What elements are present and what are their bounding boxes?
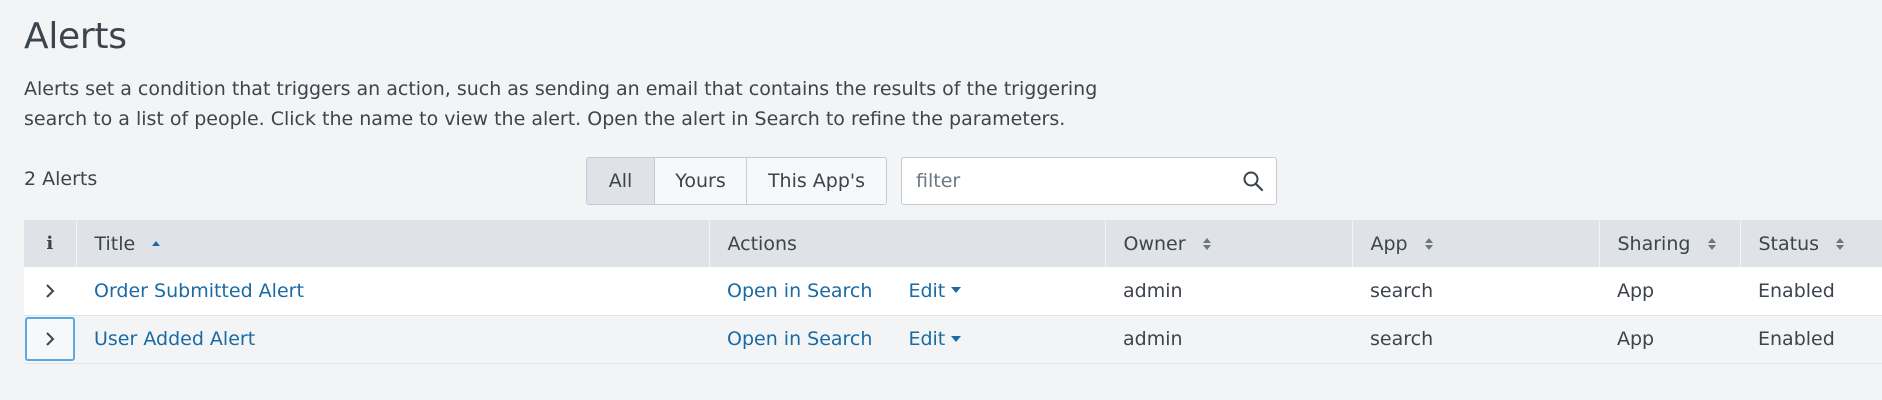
owner-column-label: Owner	[1123, 232, 1186, 255]
filter-search-box	[901, 157, 1277, 205]
sort-icon	[1707, 238, 1716, 250]
edit-dropdown-button[interactable]: Edit	[908, 279, 962, 302]
expand-row-button[interactable]	[25, 317, 75, 361]
sharing-column-header[interactable]: Sharing	[1599, 220, 1741, 267]
page-description: Alerts set a condition that triggers an …	[24, 78, 1098, 130]
alert-title-link[interactable]: Order Submitted Alert	[94, 280, 304, 302]
caret-down-icon	[951, 287, 962, 294]
actions-column-header: Actions	[709, 220, 1106, 267]
info-column-header: i	[24, 220, 77, 267]
edit-label: Edit	[908, 279, 946, 302]
table-row: User Added Alert Open in Search Edit adm…	[24, 315, 1882, 364]
alerts-count: 2 Alerts	[24, 168, 98, 190]
table-header-row: i Title Actions Owner App Sharing Status	[24, 220, 1882, 267]
sort-icon	[1424, 238, 1433, 250]
edit-dropdown-button[interactable]: Edit	[908, 328, 962, 350]
owner-cell: admin	[1105, 315, 1352, 364]
chevron-right-icon	[46, 284, 55, 298]
page-title: Alerts	[24, 16, 127, 57]
edit-label: Edit	[908, 328, 946, 350]
alerts-table: i Title Actions Owner App Sharing Status	[24, 220, 1882, 364]
ownership-filter-group: All Yours This App's	[586, 157, 887, 205]
chevron-right-icon	[46, 332, 55, 346]
open-in-search-link[interactable]: Open in Search	[727, 280, 872, 302]
app-cell: search	[1352, 267, 1599, 316]
app-column-header[interactable]: App	[1352, 220, 1600, 267]
status-column-label: Status	[1758, 232, 1820, 255]
status-column-header[interactable]: Status	[1740, 220, 1882, 267]
sort-icon	[1202, 238, 1211, 250]
filter-input[interactable]	[916, 158, 1236, 204]
caret-down-icon	[951, 335, 962, 342]
filter-all-button[interactable]: All	[587, 158, 655, 204]
expand-row-button[interactable]	[25, 269, 75, 313]
sort-icon	[1836, 238, 1845, 250]
app-cell: search	[1352, 315, 1599, 364]
app-column-label: App	[1370, 232, 1408, 255]
sort-ascending-icon	[152, 241, 161, 246]
status-cell: Enabled	[1740, 267, 1882, 316]
table-row: Order Submitted Alert Open in Search Edi…	[24, 267, 1882, 316]
filter-this-app-button[interactable]: This App's	[747, 158, 886, 204]
filter-yours-button[interactable]: Yours	[655, 158, 747, 204]
owner-column-header[interactable]: Owner	[1105, 220, 1353, 267]
open-in-search-link[interactable]: Open in Search	[727, 328, 872, 350]
sharing-column-label: Sharing	[1617, 232, 1691, 255]
owner-cell: admin	[1105, 267, 1352, 316]
status-cell: Enabled	[1740, 315, 1882, 364]
alert-title-link[interactable]: User Added Alert	[94, 328, 255, 350]
sharing-cell: App	[1599, 315, 1740, 364]
search-icon[interactable]	[1242, 170, 1264, 192]
title-column-label: Title	[94, 232, 136, 255]
sharing-cell: App	[1599, 267, 1740, 316]
title-column-header[interactable]: Title	[76, 220, 710, 267]
